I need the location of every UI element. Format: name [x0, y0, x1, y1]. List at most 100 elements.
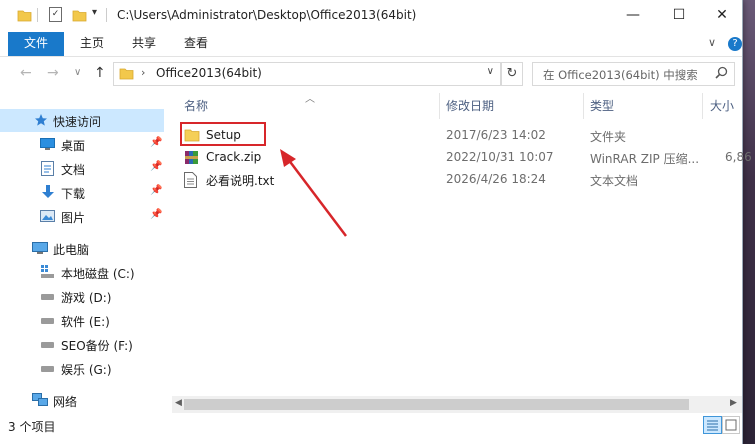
sidebar-item-documents[interactable]: 文档 📌 [0, 157, 164, 180]
help-icon[interactable]: ? [728, 37, 742, 51]
annotation-highlight-box [180, 122, 266, 146]
sidebar-item-label: 此电脑 [53, 243, 90, 257]
table-row[interactable]: 必看说明.txt 2026/4/26 18:24 文本文档 [180, 169, 742, 191]
annotation-arrow-icon [280, 149, 347, 237]
pin-icon[interactable]: 📌 [150, 185, 162, 196]
status-bar: 3 个项目 [0, 414, 742, 444]
tab-home[interactable]: 主页 [72, 32, 112, 56]
sidebar-item-quick-access[interactable]: 快速访问 [0, 109, 164, 132]
file-type: 文件夹 [590, 130, 627, 144]
file-name: 必看说明.txt [206, 174, 275, 188]
pin-icon[interactable]: 📌 [150, 209, 162, 220]
drive-icon [41, 342, 54, 348]
expand-ribbon-icon[interactable]: ∨ [708, 36, 716, 49]
search-icon [715, 66, 728, 82]
sidebar-item-label: 本地磁盘 (C:) [61, 267, 135, 281]
folder-icon [119, 67, 134, 80]
sort-ascending-icon: ︿ [305, 94, 315, 105]
file-name: Crack.zip [206, 150, 262, 164]
winrar-zip-icon [184, 150, 200, 168]
tab-share[interactable]: 共享 [124, 32, 164, 56]
item-count: 3 个项目 [8, 420, 56, 434]
sidebar-item-drive-f[interactable]: SEO备份 (F:) [0, 333, 164, 356]
customize-toolbar-icon[interactable]: ▾ [92, 7, 97, 18]
window-title: C:\Users\Administrator\Desktop\Office201… [117, 8, 417, 22]
file-date: 2026/4/26 18:24 [446, 172, 546, 186]
file-date: 2017/6/23 14:02 [446, 128, 546, 142]
computer-icon [32, 242, 48, 258]
file-date: 2022/10/31 10:07 [446, 150, 554, 164]
navigation-pane: 快速访问 桌面 📌 文档 📌 下载 📌 图片 📌 此电脑 本地磁盘 (C:) 游… [0, 93, 164, 414]
properties-icon[interactable]: ✓ [49, 7, 62, 22]
sidebar-item-drive-e[interactable]: 软件 (E:) [0, 309, 164, 332]
sidebar-item-label: 文档 [61, 163, 86, 177]
sidebar-item-this-pc[interactable]: 此电脑 [0, 237, 164, 260]
sidebar-item-pictures[interactable]: 图片 📌 [0, 205, 164, 228]
column-divider[interactable] [702, 93, 703, 119]
file-type: 文本文档 [590, 174, 639, 188]
scrollbar-thumb[interactable] [184, 399, 689, 410]
sidebar-item-label: 快速访问 [53, 115, 102, 129]
address-dropdown-icon[interactable]: ∨ [487, 66, 494, 77]
column-header-name[interactable]: 名称 [184, 97, 208, 114]
pin-icon[interactable]: 📌 [150, 137, 162, 148]
large-icons-view-button[interactable] [722, 416, 740, 434]
title-bar: ✓ ▾ C:\Users\Administrator\Desktop\Offic… [0, 0, 742, 32]
documents-icon [41, 161, 54, 179]
sidebar-item-label: 网络 [53, 395, 78, 409]
sidebar-item-desktop[interactable]: 桌面 📌 [0, 133, 164, 156]
desktop-icon [40, 138, 55, 154]
back-button[interactable]: ← [20, 65, 32, 81]
recent-locations-button[interactable]: ∨ [74, 67, 81, 78]
breadcrumb-chevron-icon[interactable]: › [141, 66, 145, 79]
sidebar-item-drive-g[interactable]: 娱乐 (G:) [0, 357, 164, 380]
toolbar-divider [106, 8, 107, 22]
close-button[interactable]: ✕ [702, 0, 742, 32]
windows-drive-icon [40, 264, 55, 282]
download-icon [41, 184, 55, 203]
text-file-icon [184, 172, 197, 191]
new-folder-icon[interactable] [72, 8, 87, 22]
refresh-button[interactable]: ↻ [501, 62, 523, 86]
up-button[interactable]: ↑ [94, 65, 106, 81]
network-icon [32, 393, 48, 410]
breadcrumb-current[interactable]: Office2013(64bit) [156, 66, 262, 80]
sidebar-item-label: 游戏 (D:) [61, 291, 112, 305]
sidebar-item-drive-c[interactable]: 本地磁盘 (C:) [0, 261, 164, 284]
star-icon [34, 113, 48, 130]
folder-icon [17, 8, 32, 22]
sidebar-item-label: 娱乐 (G:) [61, 363, 112, 377]
horizontal-scrollbar[interactable]: ◀ ▶ [172, 396, 742, 413]
drive-icon [41, 294, 54, 300]
sidebar-item-downloads[interactable]: 下载 📌 [0, 181, 164, 204]
sidebar-item-label: 桌面 [61, 139, 86, 153]
toolbar-divider [37, 8, 38, 22]
address-bar[interactable]: › Office2013(64bit) ∨ [113, 62, 501, 86]
pictures-icon [40, 210, 55, 225]
details-view-button[interactable] [703, 416, 722, 434]
forward-button[interactable]: → [47, 65, 59, 81]
minimize-button[interactable]: — [610, 0, 656, 32]
pin-icon[interactable]: 📌 [150, 161, 162, 172]
column-header-size[interactable]: 大小 [710, 97, 734, 114]
navigation-bar: ← → ∨ ↑ › Office2013(64bit) ∨ ↻ 在 Office… [0, 57, 742, 91]
column-header-date[interactable]: 修改日期 [446, 97, 494, 114]
sidebar-item-network[interactable]: 网络 [0, 389, 164, 412]
sidebar-item-label: SEO备份 (F:) [61, 339, 133, 353]
file-size: 6,86 [725, 150, 752, 164]
sidebar-item-drive-d[interactable]: 游戏 (D:) [0, 285, 164, 308]
scroll-right-icon[interactable]: ▶ [730, 398, 737, 408]
search-placeholder: 在 Office2013(64bit) 中搜索 [543, 68, 698, 82]
explorer-window: ✓ ▾ C:\Users\Administrator\Desktop\Offic… [0, 0, 752, 444]
sidebar-item-label: 下载 [61, 187, 86, 201]
column-header-type[interactable]: 类型 [590, 97, 614, 114]
column-divider[interactable] [439, 93, 440, 119]
search-input[interactable]: 在 Office2013(64bit) 中搜索 [532, 62, 735, 86]
drive-icon [41, 366, 54, 372]
tab-view[interactable]: 查看 [176, 32, 216, 56]
column-divider[interactable] [583, 93, 584, 119]
tab-file[interactable]: 文件 [8, 32, 64, 56]
maximize-button[interactable]: ☐ [656, 0, 702, 32]
table-row[interactable]: Crack.zip 2022/10/31 10:07 WinRAR ZIP 压缩… [180, 147, 752, 169]
scroll-left-icon[interactable]: ◀ [175, 398, 182, 408]
